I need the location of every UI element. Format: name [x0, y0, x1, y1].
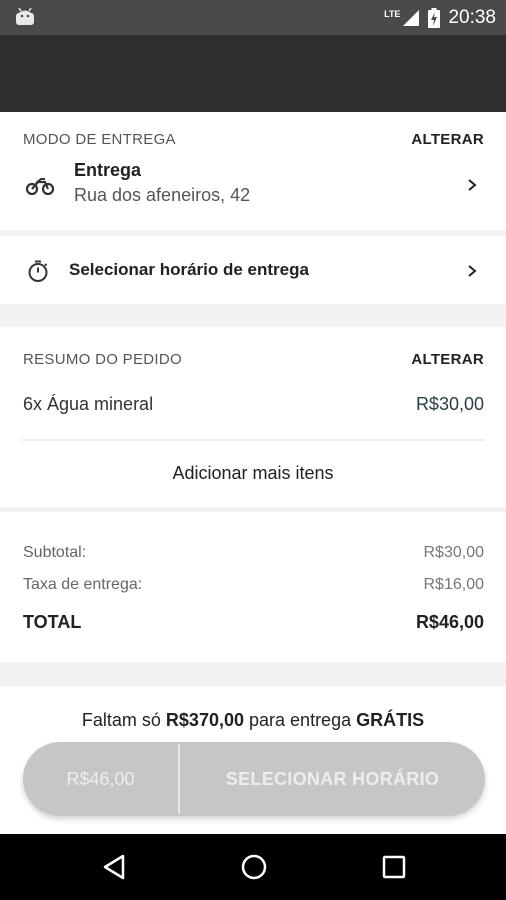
change-delivery-button[interactable]: ALTERAR	[411, 131, 484, 148]
status-bar: LTE 20:38	[0, 0, 506, 35]
motorcycle-icon	[25, 178, 55, 196]
schedule-label: Selecionar horário de entrega	[69, 260, 309, 279]
delivery-title: Entrega	[74, 160, 142, 180]
total-value: R$46,00	[415, 612, 484, 632]
free-shipping-message: Faltam só R$370,00 para entrega GRÁTIS	[0, 710, 506, 731]
home-icon[interactable]	[240, 853, 268, 881]
free-middle: para entrega	[249, 710, 352, 730]
delivery-address: Rua dos afeneiros, 42	[74, 185, 251, 205]
clock: 20:38	[448, 6, 496, 28]
timer-icon	[28, 260, 48, 282]
item-name: 6x Água mineral	[23, 394, 154, 414]
summary-header: RESUMO DO PEDIDO	[23, 351, 182, 368]
app-bar	[0, 35, 506, 112]
network-type: LTE	[384, 8, 401, 19]
checkout-footer: Faltam só R$370,00 para entrega GRÁTIS R…	[0, 686, 506, 834]
change-order-button[interactable]: ALTERAR	[411, 351, 484, 368]
chevron-right-icon[interactable]	[465, 178, 479, 192]
order-item: 6x Água mineral R$30,00	[23, 394, 484, 418]
free-word: GRÁTIS	[356, 710, 425, 730]
item-price: R$30,00	[415, 394, 484, 414]
back-icon[interactable]	[101, 853, 127, 881]
free-prefix: Faltam só	[81, 710, 161, 730]
android-icon	[16, 7, 34, 25]
delivery-fee-value: R$16,00	[423, 576, 485, 593]
recents-icon[interactable]	[382, 855, 406, 879]
button-action-label: SELECIONAR HORÁRIO	[225, 768, 440, 789]
delivery-fee-label: Taxa de entrega:	[23, 576, 143, 593]
navigation-bar	[0, 834, 506, 900]
signal-icon	[403, 9, 420, 26]
divider	[22, 439, 484, 441]
battery-charging-icon	[428, 7, 441, 28]
select-time-button[interactable]: R$46,00 SELECIONAR HORÁRIO	[23, 742, 485, 816]
delivery-header: MODO DE ENTREGA	[23, 131, 176, 148]
free-amount: R$370,00	[165, 710, 244, 730]
order-summary: RESUMO DO PEDIDO ALTERAR 6x Água mineral…	[0, 327, 506, 507]
delivery-option[interactable]: Entrega Rua dos afeneiros, 42	[74, 160, 250, 206]
add-more-items-button[interactable]: Adicionar mais itens	[0, 463, 506, 484]
button-price: R$46,00	[66, 768, 135, 789]
schedule-row[interactable]: Selecionar horário de entrega	[0, 236, 506, 304]
total-label: TOTAL	[23, 612, 82, 632]
delivery-section: MODO DE ENTREGA ALTERAR Entrega Rua dos …	[0, 112, 506, 230]
subtotal-value: R$30,00	[423, 544, 485, 561]
subtotal-label: Subtotal:	[23, 544, 87, 561]
totals: Subtotal: R$30,00 Taxa de entrega: R$16,…	[0, 512, 506, 662]
chevron-right-icon[interactable]	[465, 264, 479, 278]
